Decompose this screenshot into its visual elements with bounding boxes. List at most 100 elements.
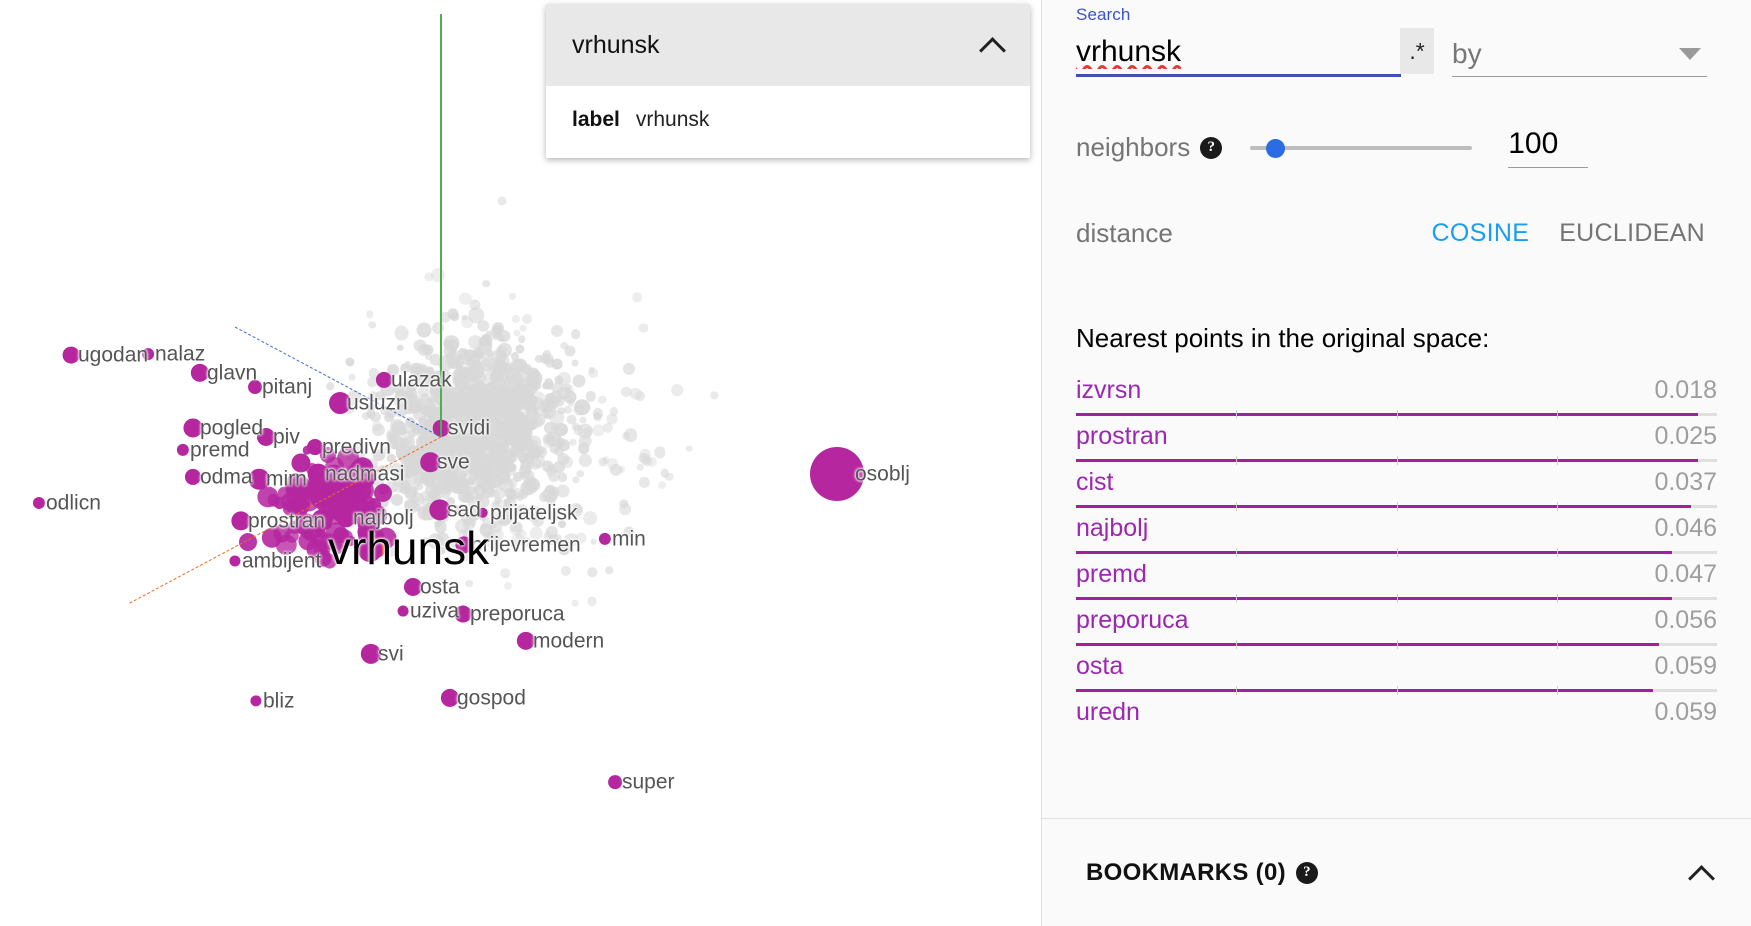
data-point: [351, 457, 373, 480]
bookmarks-panel[interactable]: BOOKMARKS (0) ?: [1042, 818, 1751, 926]
data-point: [488, 425, 500, 437]
data-point: [448, 402, 458, 412]
nearest-point-label[interactable]: cist: [1076, 468, 1114, 497]
data-point: [485, 485, 495, 495]
data-point: [515, 414, 527, 426]
search-input[interactable]: [1076, 35, 1401, 74]
nearest-point-row[interactable]: uredn 0.059: [1076, 698, 1717, 744]
nearest-point-bar: [1076, 456, 1717, 465]
nearest-point-row[interactable]: najbolj 0.046: [1076, 514, 1717, 560]
nearest-point-label[interactable]: premd: [1076, 560, 1147, 589]
data-point: [479, 391, 486, 398]
data-point: [449, 469, 456, 477]
data-point: [431, 268, 445, 283]
data-point: [385, 370, 396, 381]
slider-knob[interactable]: [1266, 138, 1286, 158]
nearest-point-row[interactable]: izvrsn 0.018: [1076, 376, 1717, 422]
data-point: [490, 326, 502, 338]
data-point: [426, 448, 435, 457]
data-point: [488, 403, 502, 417]
data-point: [608, 775, 622, 789]
data-point: [424, 446, 438, 460]
distance-option-cosine[interactable]: COSINE: [1432, 219, 1530, 248]
nearest-point-label[interactable]: osta: [1076, 652, 1123, 681]
data-point: [497, 512, 512, 527]
data-point: [456, 431, 468, 443]
data-point: [308, 471, 323, 486]
data-point: [488, 446, 504, 462]
data-point: [489, 383, 504, 398]
chevron-down-icon[interactable]: [1679, 48, 1701, 60]
data-point: [409, 394, 424, 409]
data-point: [314, 510, 331, 527]
data-point: [415, 504, 422, 512]
data-point: [487, 387, 499, 398]
distance-option-euclidean[interactable]: EUCLIDEAN: [1559, 219, 1705, 248]
data-point: [497, 464, 509, 476]
data-point: [475, 504, 483, 512]
neighbors-value-field[interactable]: 100: [1508, 127, 1589, 168]
nearest-point-bar-tick: [1396, 686, 1398, 695]
nearest-point-row[interactable]: preporuca 0.056: [1076, 606, 1717, 652]
nearest-point-label[interactable]: preporuca: [1076, 606, 1189, 635]
data-point: [494, 487, 506, 499]
data-point: [414, 399, 427, 412]
data-point: [445, 389, 453, 397]
data-point: [539, 399, 553, 414]
data-point: [489, 389, 501, 402]
data-point: [513, 438, 525, 450]
data-point: [424, 380, 432, 388]
data-point: [530, 384, 538, 392]
data-point: [337, 469, 359, 491]
data-point: [508, 401, 516, 409]
data-point: [514, 418, 525, 429]
help-icon[interactable]: ?: [1295, 861, 1318, 884]
data-point: [496, 355, 504, 363]
data-point: [410, 492, 425, 506]
data-point: [427, 453, 443, 468]
chevron-up-icon[interactable]: [1687, 858, 1717, 888]
nearest-point-row[interactable]: cist 0.037: [1076, 468, 1717, 514]
data-point: [497, 471, 511, 485]
data-point: [438, 414, 453, 429]
data-point: [472, 366, 485, 378]
regex-toggle-button[interactable]: .*: [1400, 28, 1434, 74]
nearest-point-row[interactable]: osta 0.059: [1076, 652, 1717, 698]
data-point: [445, 390, 457, 401]
data-point: [461, 491, 474, 504]
nearest-point-row[interactable]: premd 0.047: [1076, 560, 1717, 606]
neighbors-slider[interactable]: [1250, 135, 1473, 161]
data-point: [421, 424, 430, 434]
point-detail-card[interactable]: vrhunsk label vrhunsk: [546, 4, 1030, 158]
nearest-point-row[interactable]: prostran 0.025: [1076, 422, 1717, 468]
data-point: [480, 359, 492, 372]
data-point: [519, 420, 534, 435]
data-point: [307, 439, 323, 455]
data-point: [587, 596, 597, 607]
data-point: [447, 434, 463, 449]
scatter-plot-area[interactable]: ugodan nalaz glavn pitanj ulazak usluzn svidi p…: [0, 0, 1041, 926]
data-point: [504, 398, 517, 411]
data-point: [422, 404, 436, 418]
data-point: [467, 496, 482, 510]
data-point: [579, 416, 587, 424]
nearest-point-label[interactable]: izvrsn: [1076, 376, 1141, 405]
data-point: [543, 378, 554, 389]
search-by-select[interactable]: by: [1452, 38, 1707, 77]
data-point: [447, 443, 458, 454]
nearest-point-label[interactable]: prostran: [1076, 422, 1168, 451]
data-point: [484, 465, 494, 475]
data-point: [456, 348, 469, 361]
nearest-point-bar-tick: [1236, 594, 1238, 603]
data-point: [473, 413, 486, 426]
data-point: [284, 528, 299, 543]
data-point: [504, 367, 517, 380]
data-point: [429, 481, 439, 491]
chevron-up-icon[interactable]: [978, 30, 1008, 60]
data-point: [532, 413, 546, 427]
nearest-point-label[interactable]: uredn: [1076, 698, 1140, 727]
nearest-point-label[interactable]: najbolj: [1076, 514, 1148, 543]
help-icon[interactable]: ?: [1200, 136, 1223, 159]
data-point: [517, 335, 526, 344]
data-point: [500, 568, 510, 579]
